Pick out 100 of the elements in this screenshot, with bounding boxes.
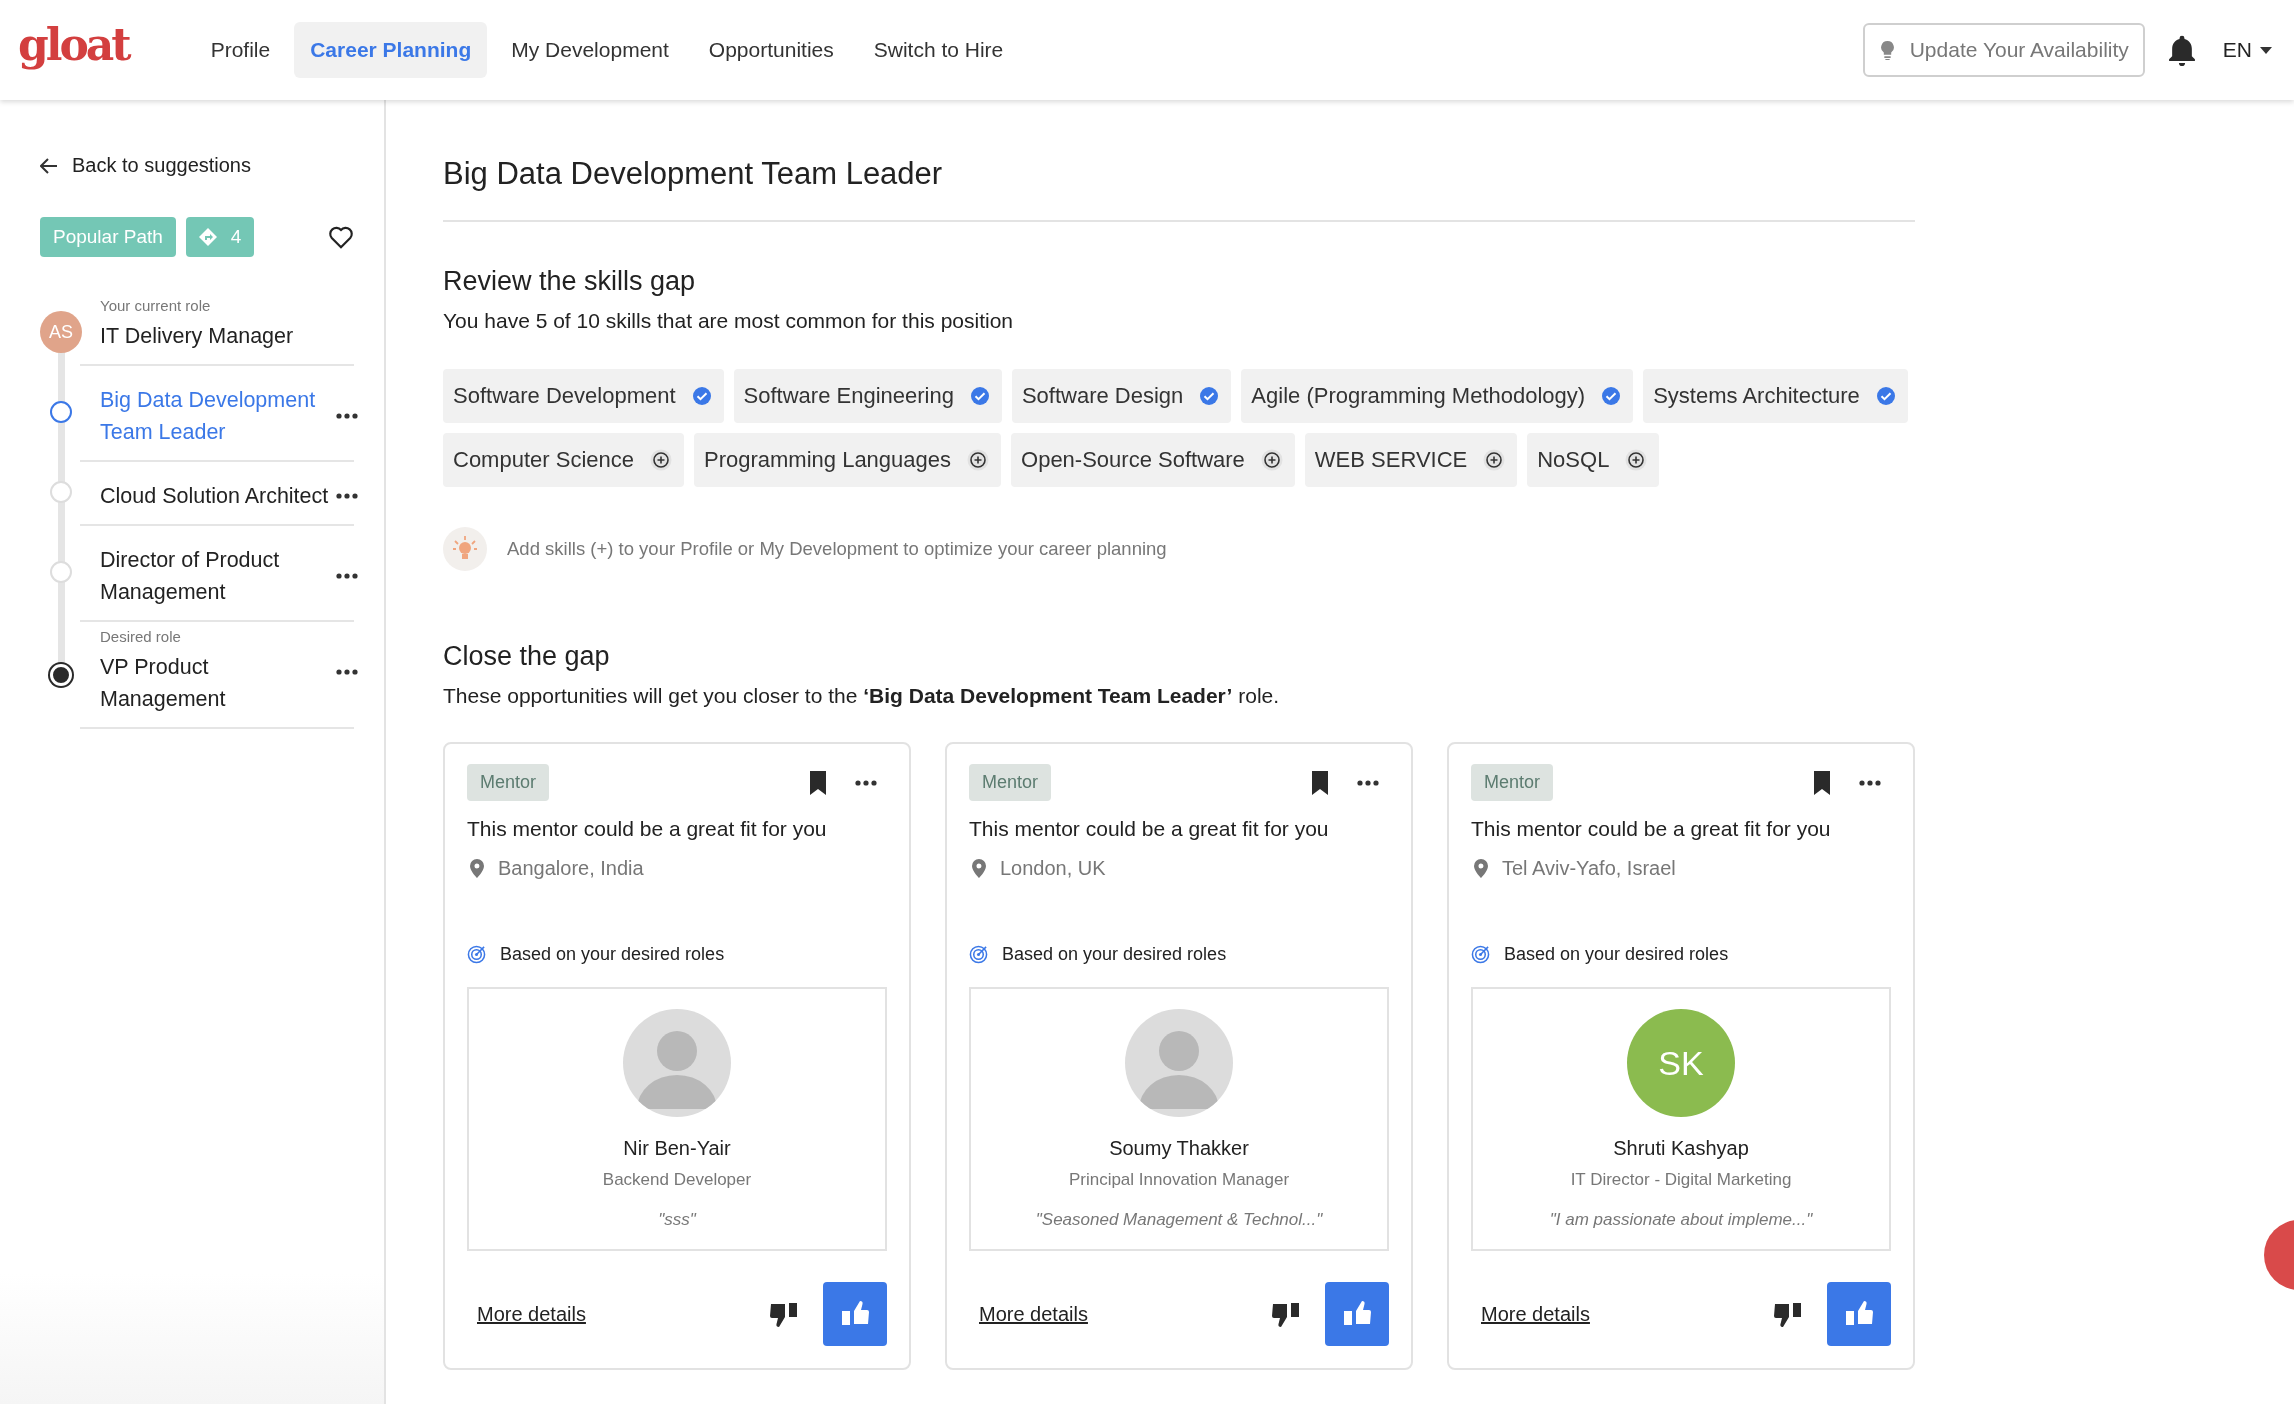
target-icon xyxy=(1471,945,1490,964)
thumbs-down-icon[interactable] xyxy=(769,1300,799,1328)
more-options-icon[interactable] xyxy=(336,493,358,499)
thumbs-up-icon xyxy=(1844,1300,1874,1328)
mentor-profile-panel[interactable]: Nir Ben-Yair Backend Developer "sss" xyxy=(467,987,887,1251)
card-headline: This mentor could be a great fit for you xyxy=(969,817,1330,841)
nav-tab[interactable]: Opportunities xyxy=(692,22,850,78)
page-title: Big Data Development Team Leader xyxy=(443,100,1915,222)
initials-avatar: SK xyxy=(1627,1009,1735,1117)
skill-chip[interactable]: Computer Science xyxy=(443,433,684,487)
thumbs-up-icon xyxy=(1342,1300,1372,1328)
mentor-tag: Mentor xyxy=(1471,764,1554,801)
add-icon[interactable] xyxy=(650,449,672,471)
skill-chip[interactable]: Software Development xyxy=(443,369,724,423)
back-arrow-icon xyxy=(40,157,58,174)
mentor-profile-panel[interactable]: Soumy Thakker Principal Innovation Manager "Seasoned Management & Technol..." xyxy=(969,987,1389,1251)
mentor-name: Soumy Thakker xyxy=(1109,1137,1249,1160)
nav-tab[interactable]: Profile xyxy=(194,22,287,78)
add-icon[interactable] xyxy=(1625,449,1648,471)
target-icon xyxy=(969,945,988,964)
location-pin-icon xyxy=(972,859,986,878)
nav-tab[interactable]: My Development xyxy=(495,22,685,78)
add-icon[interactable] xyxy=(967,449,990,471)
mentor-role: IT Director - Digital Marketing xyxy=(1570,1170,1792,1190)
role-caption: Desired role xyxy=(100,628,182,645)
update-availability-button[interactable]: Update Your Availability xyxy=(1862,23,2145,77)
bookmark-icon[interactable] xyxy=(1813,770,1831,795)
user-avatar: AS xyxy=(40,311,82,353)
caret-icon xyxy=(2260,46,2272,54)
path-role-title[interactable]: Director of Product Management xyxy=(100,544,336,608)
mentor-quote: "Seasoned Management & Technol..." xyxy=(1035,1210,1323,1230)
notification-bell-icon[interactable] xyxy=(2166,34,2197,66)
skill-chip[interactable]: Software Design xyxy=(1011,369,1232,423)
more-options-icon[interactable] xyxy=(336,573,358,579)
target-icon xyxy=(467,945,486,964)
language-dropdown[interactable]: EN xyxy=(2218,38,2276,62)
mentor-name: Shruti Kashyap xyxy=(1613,1137,1749,1160)
mentor-tag: Mentor xyxy=(467,764,550,801)
mentor-name: Nir Ben-Yair xyxy=(623,1137,731,1160)
location-pin-icon xyxy=(470,859,484,878)
more-options-icon[interactable] xyxy=(1357,779,1379,786)
more-options-icon[interactable] xyxy=(336,413,358,419)
more-options-icon[interactable] xyxy=(855,779,877,786)
path-step-dot xyxy=(50,401,72,423)
location-text: London, UK xyxy=(1000,857,1106,880)
thumbs-up-icon xyxy=(840,1300,870,1328)
thumbs-up-button[interactable] xyxy=(1325,1282,1389,1346)
skill-chip[interactable]: Systems Architecture xyxy=(1643,369,1908,423)
thumbs-down-icon[interactable] xyxy=(1271,1300,1301,1328)
path-step-dot xyxy=(50,481,72,503)
more-options-icon[interactable] xyxy=(336,668,358,675)
add-icon[interactable] xyxy=(1260,449,1283,471)
reason-text: Based on your desired roles xyxy=(1002,944,1227,965)
popular-path-tag: Popular Path xyxy=(40,217,176,257)
lightbulb-icon xyxy=(1880,40,1894,60)
lightbulb-icon xyxy=(443,527,487,571)
skill-chip[interactable]: WEB SERVICE xyxy=(1304,433,1518,487)
tip-text: Add skills (+) to your Profile or My Development to optimize your career planning xyxy=(507,538,1167,560)
nav-tab[interactable]: Switch to Hire xyxy=(857,22,1020,78)
mentor-role: Principal Innovation Manager xyxy=(1068,1170,1290,1190)
path-role-title[interactable]: IT Delivery Manager xyxy=(100,320,340,352)
directions-icon xyxy=(198,228,217,246)
card-headline: This mentor could be a great fit for you xyxy=(467,817,828,841)
skill-chip[interactable]: Programming Languages xyxy=(694,433,1002,487)
thumbs-up-button[interactable] xyxy=(1827,1282,1891,1346)
section-heading: Close the gap xyxy=(443,641,611,672)
path-role-title[interactable]: Big Data Development Team Leader xyxy=(100,384,336,448)
bookmark-icon[interactable] xyxy=(809,770,827,795)
thumbs-up-button[interactable] xyxy=(823,1282,887,1346)
mentor-role: Backend Developer xyxy=(602,1170,752,1190)
more-options-icon[interactable] xyxy=(1859,779,1881,786)
nav-tab[interactable]: Career Planning xyxy=(294,22,488,78)
location-text: Bangalore, India xyxy=(498,857,644,880)
path-step-dot xyxy=(50,663,72,686)
location-pin-icon xyxy=(1474,859,1488,878)
mentor-quote: "sss" xyxy=(658,1210,696,1230)
role-caption: Your current role xyxy=(100,297,212,314)
path-role-title[interactable]: Cloud Solution Architect xyxy=(100,480,336,512)
more-details-link[interactable]: More details xyxy=(477,1302,586,1326)
reason-text: Based on your desired roles xyxy=(500,944,725,965)
logo[interactable]: gloat xyxy=(18,18,129,70)
path-role-title[interactable]: VP Product Management xyxy=(100,651,336,715)
steps-count-tag: 4 xyxy=(185,217,255,257)
skill-chip[interactable]: NoSQL xyxy=(1527,433,1660,487)
path-step-dot xyxy=(50,561,72,583)
skill-chip[interactable]: Agile (Programming Methodology) xyxy=(1241,369,1634,423)
skill-chip[interactable]: Open-Source Software xyxy=(1011,433,1295,487)
mentor-quote: "I am passionate about impleme..." xyxy=(1549,1210,1813,1230)
more-details-link[interactable]: More details xyxy=(979,1302,1088,1326)
skill-chip[interactable]: Software Engineering xyxy=(733,369,1002,423)
heart-icon[interactable] xyxy=(328,225,354,249)
skills-summary: You have 5 of 10 skills that are most common for this position xyxy=(443,309,1014,333)
more-details-link[interactable]: More details xyxy=(1481,1302,1590,1326)
add-icon[interactable] xyxy=(1483,449,1506,471)
mentor-tag: Mentor xyxy=(969,764,1052,801)
thumbs-down-icon[interactable] xyxy=(1773,1300,1803,1328)
bookmark-icon[interactable] xyxy=(1311,770,1329,795)
mentor-profile-panel[interactable]: SK Shruti Kashyap IT Director - Digital Marketing "I am passionate about impleme..." xyxy=(1471,987,1891,1251)
close-gap-summary: These opportunities will get you closer to the ‘Big Data Development Team Leader’ role. xyxy=(443,684,1281,708)
back-link[interactable]: Back to suggestions xyxy=(40,154,384,177)
